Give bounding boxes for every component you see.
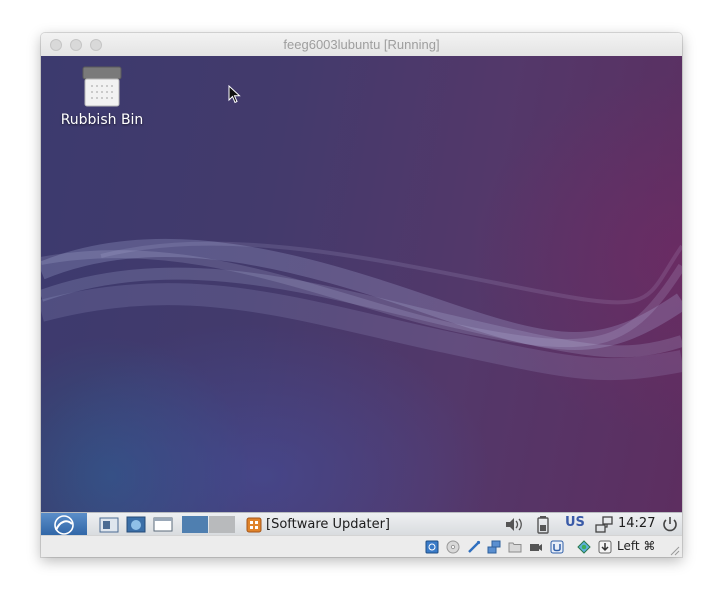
optical-drive-icon[interactable] [446,540,460,554]
trash-icon [82,66,122,107]
desktop-icon-label: Rubbish Bin [60,112,144,128]
network-icon[interactable] [593,515,615,534]
usb-icon[interactable] [467,540,481,554]
keyboard-layout-indicator[interactable]: US [565,515,585,530]
power-icon[interactable] [660,515,680,534]
mouse-integration-icon[interactable] [577,540,591,554]
resize-grip-icon[interactable] [668,544,680,556]
start-menu-button[interactable] [41,513,87,536]
mouse-cursor-icon [228,85,241,104]
software-updater-icon [246,517,262,532]
window-title: feeg6003lubuntu [Running] [283,37,440,52]
title-bar[interactable]: feeg6003lubuntu [Running] [41,33,682,57]
lubuntu-panel: [Software Updater] US 14:27 [41,512,682,536]
virtualbox-window: feeg6003lubuntu [Running] Rubbish Bin [S… [41,33,682,557]
panel-clock[interactable]: 14:27 [618,516,655,531]
lubuntu-logo-icon [54,515,74,535]
guest-desktop[interactable]: Rubbish Bin [41,56,682,512]
show-desktop-icon[interactable] [152,515,174,534]
battery-icon[interactable] [535,515,551,534]
hard-disk-icon[interactable] [425,540,439,554]
file-manager-icon[interactable] [98,515,120,534]
virtualbox-status-bar: Left ⌘ [41,535,682,557]
workspace-2[interactable] [209,516,235,533]
network-adapter-icon[interactable] [487,540,501,554]
vt-x-icon[interactable] [550,540,564,554]
shared-folder-icon[interactable] [508,540,522,554]
workspace-1[interactable] [182,516,208,533]
volume-icon[interactable] [503,515,525,534]
taskbar-item-software-updater[interactable]: [Software Updater] [246,515,390,534]
desktop-icon-rubbish-bin[interactable]: Rubbish Bin [55,66,149,128]
keyboard-capture-icon[interactable] [598,540,612,554]
web-browser-icon[interactable] [125,515,147,534]
taskbar-item-label: [Software Updater] [266,517,391,532]
host-key-label: Left ⌘ [617,539,656,553]
video-capture-icon[interactable] [529,540,543,554]
